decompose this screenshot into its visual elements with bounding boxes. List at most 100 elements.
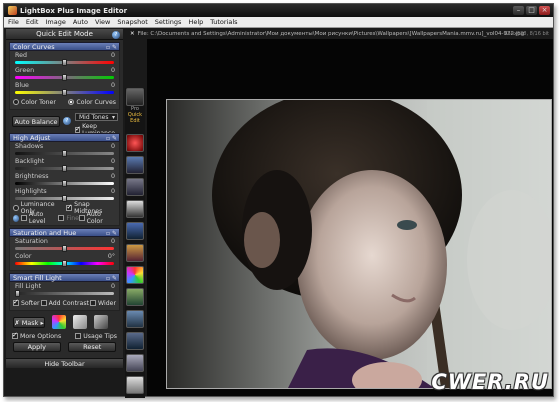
section-title: High Adjust (13, 134, 51, 142)
slider-knob[interactable] (62, 59, 67, 66)
smart-fill-header[interactable]: Smart Fill Light ▫ ✎ (9, 273, 120, 282)
saturation-hue-header[interactable]: Saturation and Hue ▫ ✎ (9, 228, 120, 237)
minimize-button[interactable]: – (513, 6, 524, 15)
mask-label: Mask (21, 318, 39, 327)
file-info: 850x638, 8/16 bit (504, 31, 549, 37)
slider-knob[interactable] (62, 89, 67, 96)
backlight-slider[interactable]: Backlight 0 (13, 158, 116, 173)
menu-help[interactable]: Help (188, 18, 203, 26)
clone-brush-icon[interactable] (126, 200, 144, 218)
reset-button[interactable]: Reset (68, 342, 117, 352)
hide-toolbar-button[interactable]: Hide Toolbar (6, 358, 123, 368)
slider-knob[interactable] (15, 290, 20, 297)
frame-icon[interactable] (126, 310, 144, 328)
auto-color-checkbox[interactable]: Auto Color (78, 211, 116, 225)
more-options-checkbox[interactable]: More Options (12, 331, 62, 340)
color-curves-section: Color Curves ▫ ✎ Red 0 Green 0 Blue 0 Co… (9, 42, 120, 110)
shadows-slider[interactable]: Shadows 0 (13, 143, 116, 158)
smart-fill-section: Smart Fill Light ▫ ✎ Fill Light 0 Softer… (9, 273, 120, 311)
straighten-icon[interactable] (126, 178, 144, 196)
pro-quick-edit-label[interactable]: Pro Quick Edit (125, 106, 145, 124)
tones-select[interactable]: Mid Tones (75, 113, 118, 121)
slider-knob[interactable] (62, 195, 67, 202)
apply-button[interactable]: Apply (12, 342, 61, 352)
highlights-slider[interactable]: Highlights 0 (13, 188, 116, 203)
section-title: Smart Fill Light (13, 274, 62, 282)
checkbox-label: More Options (20, 332, 62, 340)
menu-image[interactable]: Image (45, 18, 65, 26)
image-canvas[interactable]: CWER.RU (147, 39, 553, 396)
color-curves-header[interactable]: Color Curves ▫ ✎ (9, 42, 120, 51)
compare-icon[interactable] (126, 354, 144, 372)
green-slider[interactable]: Green 0 (13, 67, 116, 82)
auto-balance-button[interactable]: Auto Balance (12, 116, 60, 127)
slider-knob[interactable] (62, 74, 67, 81)
red-eye-icon[interactable] (126, 134, 144, 152)
section-options-icon[interactable]: ▫ ✎ (106, 274, 117, 283)
close-button[interactable]: × (539, 6, 550, 15)
auto-balance-row: Auto Balance ? Mid Tones Keep Luminance (9, 113, 120, 137)
eraser-icon[interactable] (94, 315, 108, 329)
snapshot-icon[interactable] (126, 332, 144, 350)
effects-icon[interactable] (126, 288, 144, 306)
adjust-tool-icon[interactable] (126, 88, 144, 106)
color-toner-radio[interactable]: Color Toner (13, 99, 56, 106)
slider-knob[interactable] (62, 150, 67, 157)
menu-file[interactable]: File (8, 18, 19, 26)
color-slider[interactable]: Color 0° (13, 253, 116, 268)
mask-icon: ✗ (14, 318, 22, 327)
usage-tips-checkbox[interactable]: Usage Tips (75, 333, 117, 340)
lighting-icon[interactable] (126, 244, 144, 262)
help-icon[interactable] (13, 214, 20, 222)
menu-edit[interactable]: Edit (26, 18, 39, 26)
options-row: More Options Usage Tips (12, 331, 117, 341)
fill-light-slider[interactable]: Fill Light 0 (13, 283, 116, 298)
section-options-icon[interactable]: ▫ ✎ (106, 43, 117, 52)
slider-knob[interactable] (62, 180, 67, 187)
menu-auto[interactable]: Auto (73, 18, 88, 26)
radio-label: Color Curves (76, 98, 116, 106)
section-options-icon[interactable]: ▫ ✎ (106, 134, 117, 143)
softer-checkbox[interactable]: Softer (13, 298, 40, 307)
print-icon[interactable] (126, 376, 144, 394)
saturation-slider[interactable]: Saturation 0 (13, 238, 116, 253)
help-icon[interactable]: ? (112, 31, 120, 39)
watermark: CWER.RU (431, 370, 549, 394)
checkbox-label: Softer (21, 299, 40, 307)
mask-button[interactable]: ✗ Mask ▸ (13, 316, 45, 328)
color-curves-radio[interactable]: Color Curves (68, 99, 116, 106)
menu-settings[interactable]: Settings (155, 18, 182, 26)
brush-icon[interactable] (73, 315, 87, 329)
high-adjust-section: High Adjust ▫ ✎ Shadows 0 Backlight 0 Br… (9, 133, 120, 226)
quick-edit-panel: Quick Edit Mode ? Color Curves ▫ ✎ Red 0… (6, 29, 123, 368)
close-file-icon[interactable]: ✕ (130, 31, 135, 37)
auto-level-option[interactable]: Auto Level (13, 211, 58, 225)
slider-knob[interactable] (62, 165, 67, 172)
slider-knob[interactable] (62, 245, 67, 252)
brightness-slider[interactable]: Brightness 0 (13, 173, 116, 188)
add-contrast-checkbox[interactable]: Add Contrast (40, 300, 89, 307)
maximize-button[interactable]: □ (526, 6, 537, 15)
help-icon[interactable]: ? (63, 117, 71, 125)
red-slider[interactable]: Red 0 (13, 52, 116, 67)
fine-checkbox[interactable]: Fine (58, 215, 79, 222)
slider-label: Red (15, 52, 27, 59)
menu-snapshot[interactable]: Snapshot (117, 18, 147, 26)
slider-value: 0 (110, 158, 115, 165)
slider-knob[interactable] (62, 260, 67, 267)
resize-icon[interactable] (126, 222, 144, 240)
slider-label: Blue (15, 82, 29, 89)
menu-tutorials[interactable]: Tutorials (210, 18, 237, 26)
blue-slider[interactable]: Blue 0 (13, 82, 116, 97)
quick-edit-header: Quick Edit Mode ? (6, 29, 123, 40)
color-wheel-icon[interactable] (126, 266, 144, 284)
menu-view[interactable]: View (95, 18, 110, 26)
section-options-icon[interactable]: ▫ ✎ (106, 229, 117, 238)
color-palette-icon[interactable] (52, 315, 66, 329)
high-adjust-header[interactable]: High Adjust ▫ ✎ (9, 133, 120, 142)
wider-checkbox[interactable]: Wider (90, 300, 116, 307)
slider-label: Green (15, 67, 35, 74)
checkbox-label: Wider (98, 299, 116, 307)
crop-icon[interactable] (126, 156, 144, 174)
menu-bar: File Edit Image Auto View Snapshot Setti… (4, 17, 553, 28)
